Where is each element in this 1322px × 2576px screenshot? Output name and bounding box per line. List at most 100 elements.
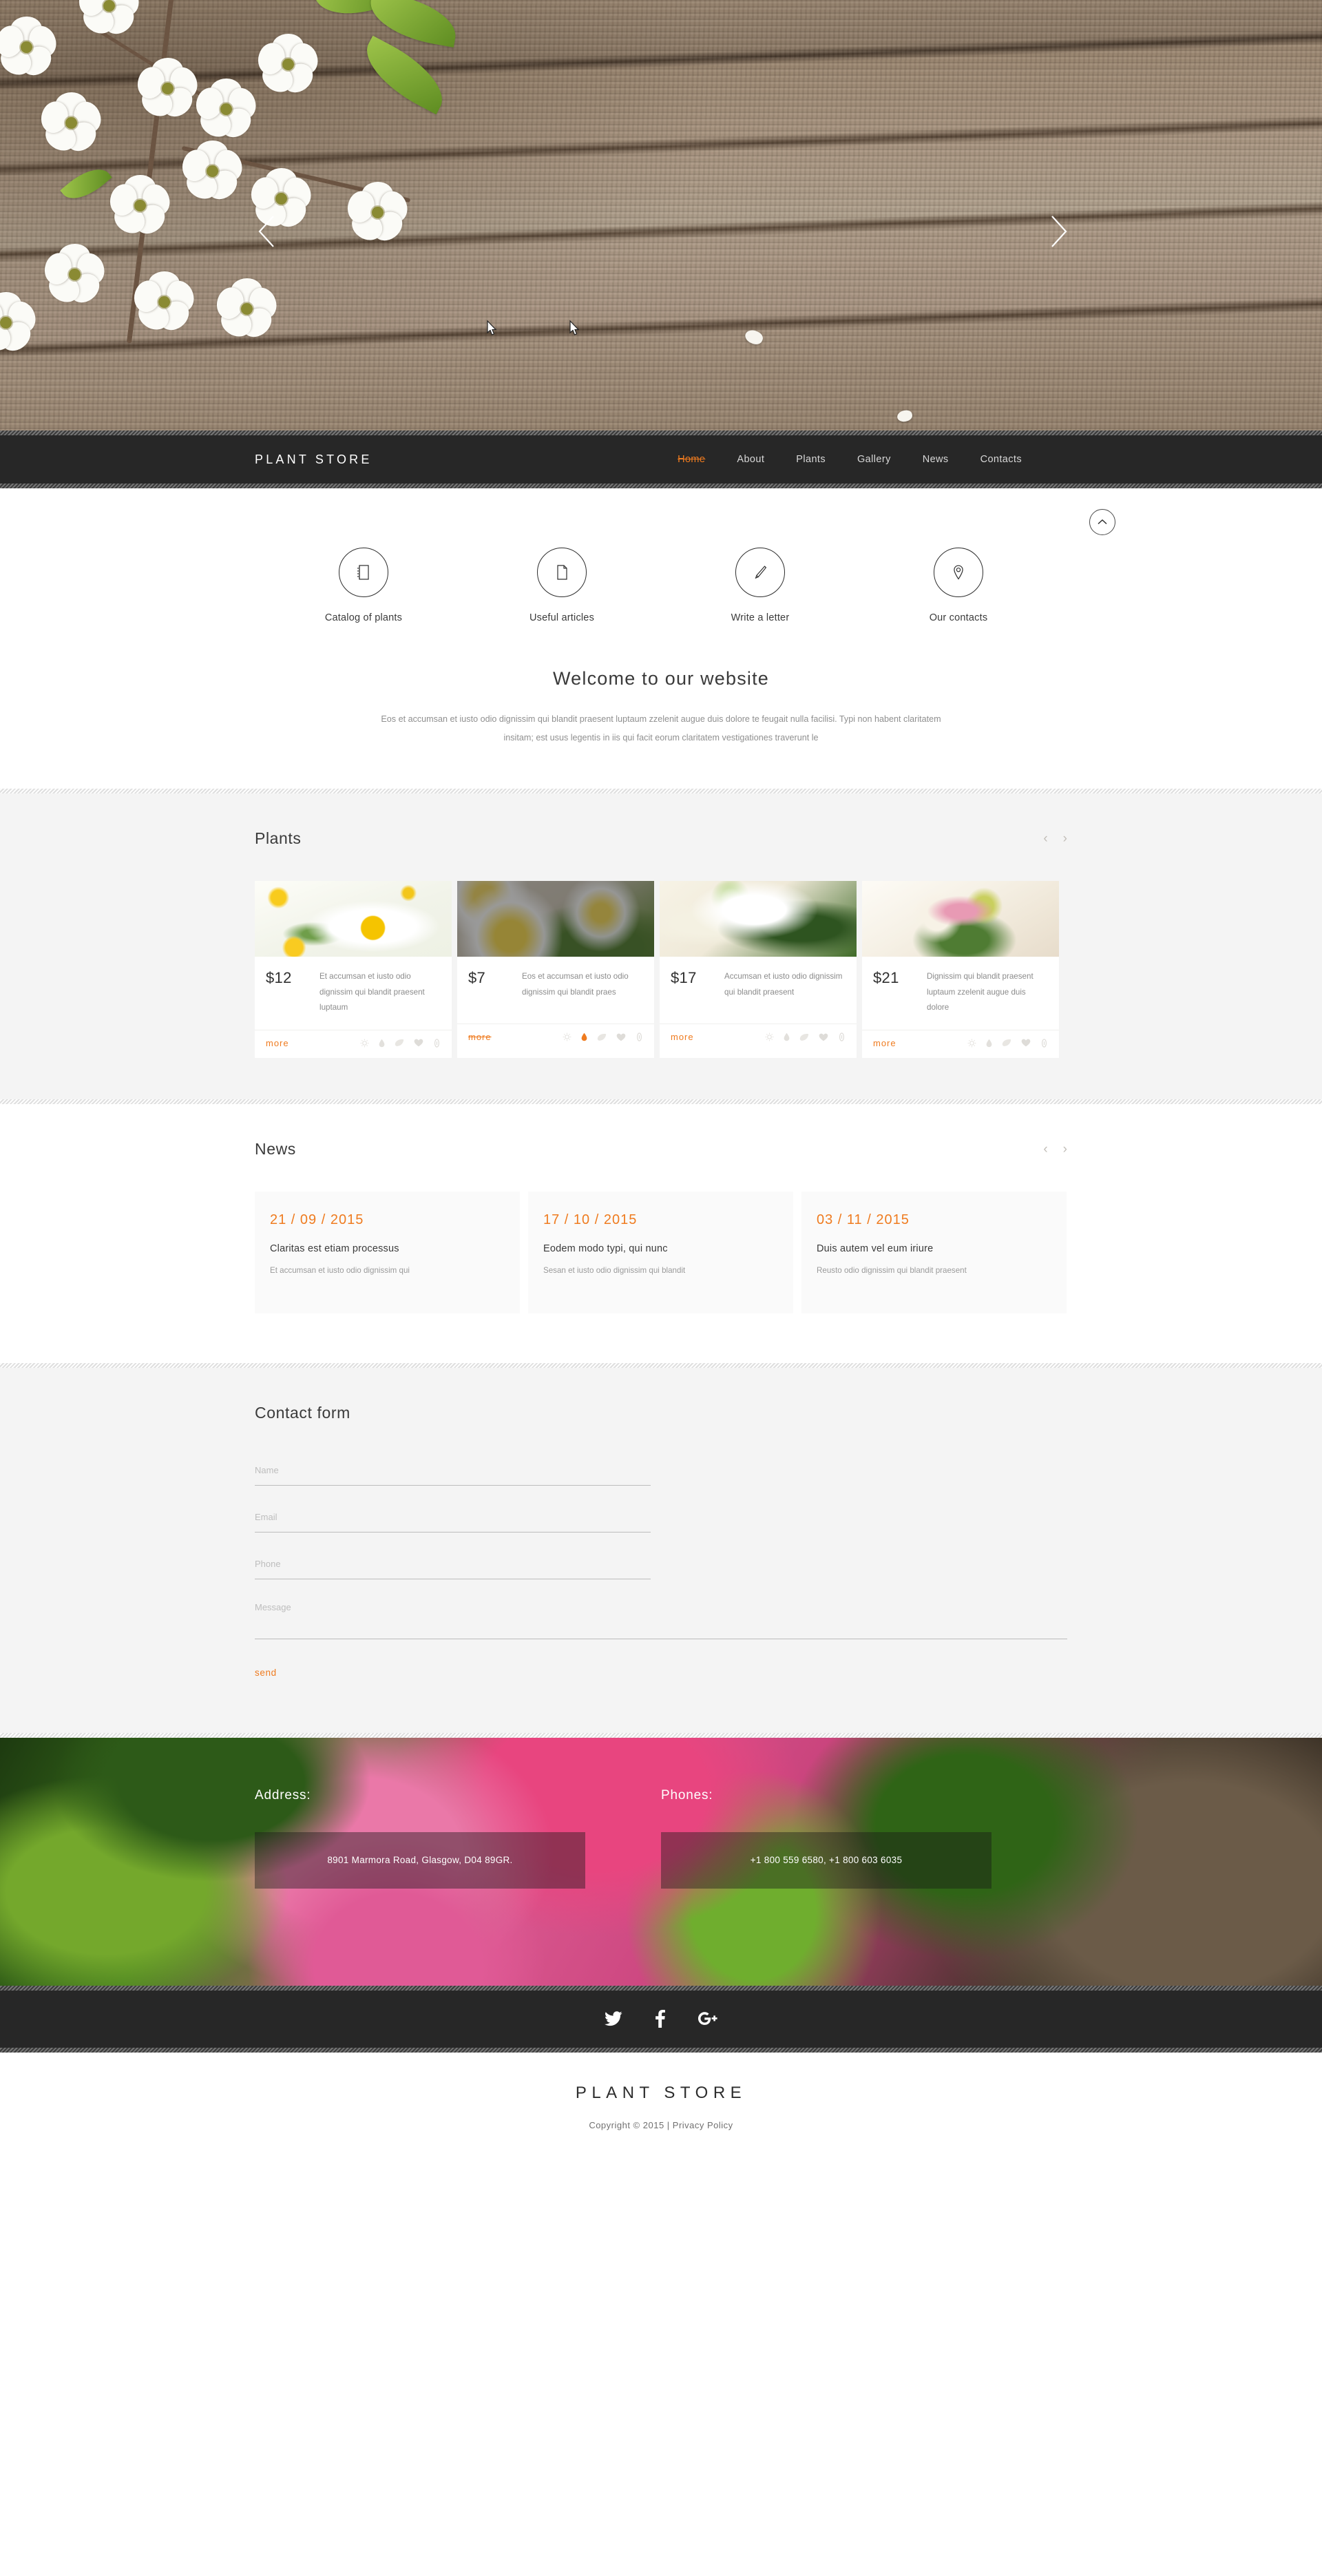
feature-useful-articles[interactable]: Useful articles (507, 548, 617, 623)
heart-icon[interactable] (414, 1039, 423, 1047)
divider-stripe-news (0, 1099, 1322, 1104)
plant-price: $12 (266, 969, 292, 987)
water-drop-icon[interactable] (986, 1039, 992, 1048)
divider-stripe-social-top (0, 1985, 1322, 1991)
divider-stripe-address (0, 1732, 1322, 1738)
feature-label: Catalog of plants (324, 612, 403, 623)
brand-logo[interactable]: PLANT STORE (255, 453, 373, 467)
plant-card-image[interactable] (255, 881, 452, 957)
news-prev-arrow[interactable]: ‹ (1043, 1143, 1047, 1156)
plant-description: Accumsan et iusto odio dignissim qui bla… (724, 972, 843, 997)
plant-card[interactable]: $7 Eos et accumsan et iusto odio digniss… (457, 881, 654, 1058)
plant-price: $21 (873, 969, 899, 987)
plant-card-image[interactable] (457, 881, 654, 957)
heart-icon[interactable] (819, 1033, 828, 1041)
contact-form: send (255, 1461, 1067, 1679)
phone-input[interactable] (255, 1555, 651, 1579)
name-input[interactable] (255, 1461, 651, 1485)
sun-icon[interactable] (967, 1039, 976, 1048)
news-excerpt: Sesan et iusto odio dignissim qui blandi… (543, 1265, 686, 1275)
news-next-arrow[interactable]: › (1063, 1143, 1067, 1156)
news-excerpt: Et accumsan et iusto odio dignissim qui (270, 1265, 410, 1275)
nav-item-plants[interactable]: Plants (796, 454, 826, 465)
plant-card-image[interactable] (862, 881, 1059, 957)
main-menu: Home About Plants Gallery News Contacts (678, 454, 1067, 465)
feature-label: Write a letter (731, 612, 790, 623)
feature-list: Catalog of plants Useful articles Write … (0, 513, 1322, 623)
send-button[interactable]: send (255, 1668, 277, 1678)
plant-card[interactable]: $12 Et accumsan et iusto odio dignissim … (255, 881, 452, 1058)
welcome-line-2: insitam; est usus legentis in iis qui fa… (503, 733, 819, 743)
feature-write-a-letter[interactable]: Write a letter (705, 548, 815, 623)
footer: PLANT STORE Copyright © 2015 | Privacy P… (0, 2052, 1322, 2158)
plant-more-link[interactable]: more (671, 1032, 694, 1042)
leaf-icon[interactable] (597, 1033, 607, 1041)
email-input[interactable] (255, 1508, 651, 1532)
info-icon[interactable] (838, 1032, 846, 1041)
news-card[interactable]: 17 / 10 / 2015 Eodem modo typi, qui nunc… (528, 1191, 793, 1313)
welcome-line-1: Eos et accumsan et iusto odio dignissim … (381, 714, 941, 724)
heart-icon[interactable] (1021, 1039, 1031, 1047)
feature-icon-circle (339, 548, 388, 597)
plants-prev-arrow[interactable]: ‹ (1043, 832, 1047, 845)
leaf-icon[interactable] (799, 1033, 809, 1041)
news-title: News (255, 1139, 296, 1158)
news-section: News ‹ › 21 / 09 / 2015 Claritas est eti… (0, 1103, 1322, 1363)
water-drop-icon[interactable] (784, 1032, 790, 1041)
feature-our-contacts[interactable]: Our contacts (903, 548, 1014, 623)
plant-card-footer: more (255, 1029, 452, 1058)
water-drop-icon[interactable] (581, 1032, 587, 1041)
plant-more-link[interactable]: more (266, 1038, 289, 1048)
news-headline[interactable]: Claritas est etiam processus (270, 1243, 505, 1254)
leaf-icon[interactable] (395, 1039, 404, 1047)
welcome-block: Welcome to our website Eos et accumsan e… (0, 623, 1322, 789)
plant-description: Et accumsan et iusto odio dignissim qui … (319, 972, 425, 1012)
feature-icon-circle (934, 548, 983, 597)
news-headline[interactable]: Duis autem vel eum iriure (817, 1243, 1051, 1254)
hero-next-arrow[interactable] (1047, 214, 1071, 249)
chevron-up-icon (1098, 519, 1107, 525)
plant-more-link[interactable]: more (873, 1038, 896, 1048)
info-icon[interactable] (433, 1039, 441, 1048)
footer-logo[interactable]: PLANT STORE (0, 2084, 1322, 2103)
plant-attribute-icons (360, 1039, 441, 1048)
plant-card[interactable]: $17 Accumsan et iusto odio dignissim qui… (660, 881, 857, 1058)
plant-more-link[interactable]: more (468, 1032, 492, 1042)
feature-catalog-of-plants[interactable]: Catalog of plants (308, 548, 419, 623)
address-value: 8901 Marmora Road, Glasgow, D04 89GR. (327, 1855, 513, 1866)
divider-stripe-navbottom (0, 484, 1322, 488)
water-drop-icon[interactable] (379, 1039, 385, 1048)
nav-item-news[interactable]: News (923, 454, 949, 465)
plants-next-arrow[interactable]: › (1063, 832, 1067, 845)
twitter-icon (605, 2011, 622, 2026)
nav-item-contacts[interactable]: Contacts (980, 454, 1022, 465)
news-headline[interactable]: Eodem modo typi, qui nunc (543, 1243, 778, 1254)
social-link-twitter[interactable] (605, 2011, 622, 2026)
plant-card[interactable]: $21 Dignissim qui blandit praesent lupta… (862, 881, 1059, 1058)
plant-card-image[interactable] (660, 881, 857, 957)
info-icon[interactable] (1040, 1039, 1048, 1048)
nav-item-about[interactable]: About (737, 454, 764, 465)
nav-item-gallery[interactable]: Gallery (857, 454, 891, 465)
message-textarea[interactable] (255, 1601, 1067, 1635)
news-card[interactable]: 21 / 09 / 2015 Claritas est etiam proces… (255, 1191, 520, 1313)
plant-description: Eos et accumsan et iusto odio dignissim … (522, 972, 629, 997)
sun-icon[interactable] (360, 1039, 369, 1048)
leaf-icon[interactable] (1002, 1039, 1011, 1047)
news-date: 03 / 11 / 2015 (817, 1212, 910, 1227)
news-card[interactable]: 03 / 11 / 2015 Duis autem vel eum iriure… (801, 1191, 1067, 1313)
nav-item-home[interactable]: Home (678, 454, 705, 465)
feature-icon-circle (735, 548, 785, 597)
social-link-facebook[interactable] (655, 2010, 665, 2028)
sun-icon[interactable] (765, 1032, 774, 1041)
scroll-to-top-button[interactable] (1089, 509, 1115, 535)
footer-copyright[interactable]: Copyright © 2015 | Privacy Policy (0, 2120, 1322, 2130)
google-plus-icon (698, 2012, 717, 2026)
sun-icon[interactable] (563, 1032, 571, 1041)
social-link-google-plus[interactable] (698, 2011, 717, 2026)
heart-icon[interactable] (616, 1033, 626, 1041)
plant-card-body: $7 Eos et accumsan et iusto odio digniss… (457, 957, 654, 1024)
hero-prev-arrow[interactable] (255, 214, 278, 249)
plant-attribute-icons (765, 1032, 846, 1041)
info-icon[interactable] (636, 1032, 643, 1041)
